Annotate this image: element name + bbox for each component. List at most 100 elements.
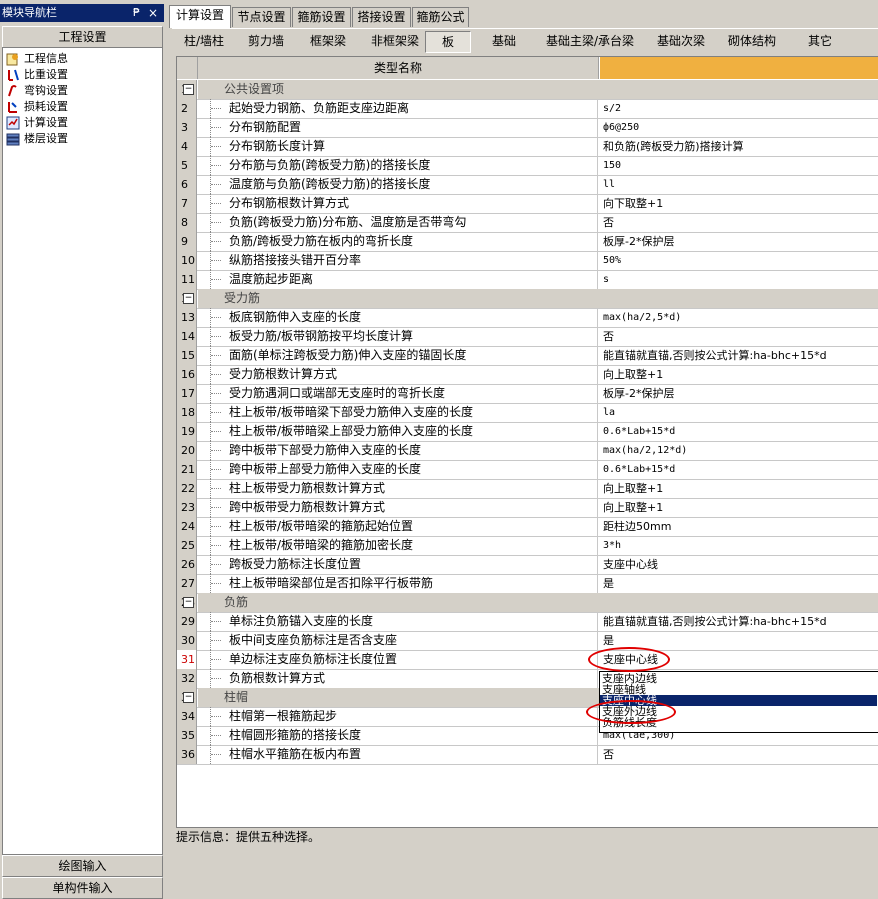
table-row[interactable]: 28−负筋	[177, 593, 878, 613]
setting-value[interactable]: 向上取整+1	[600, 479, 878, 498]
table-row[interactable]: 19 柱上板带/板带暗梁上部受力筋伸入支座的长度 0.6*Lab+15*d	[177, 422, 878, 442]
collapse-icon[interactable]: −	[183, 293, 194, 304]
table-row[interactable]: 15 面筋(单标注跨板受力筋)伸入支座的锚固长度 能直锚就直锚,否则按公式计算:ha…	[177, 346, 878, 366]
column-header-type-name[interactable]: 类型名称	[198, 57, 599, 79]
setting-value[interactable]: 距柱边50mm	[600, 517, 878, 536]
subtab-slab[interactable]: 板	[425, 31, 471, 53]
table-row[interactable]: 21 跨中板带上部受力筋伸入支座的长度 0.6*Lab+15*d	[177, 460, 878, 480]
table-row[interactable]: 16 受力筋根数计算方式 向上取整+1	[177, 365, 878, 385]
subtab-shear-wall[interactable]: 剪力墙	[239, 31, 293, 51]
setting-value[interactable]: 板厚-2*保护层	[600, 384, 878, 403]
setting-value[interactable]: s	[600, 270, 878, 289]
table-row[interactable]: 27 柱上板带暗梁部位是否扣除平行板带筋是	[177, 574, 878, 594]
subtab-foundation-main-beam[interactable]: 基础主梁/承台梁	[538, 31, 642, 51]
row-number: 24	[177, 517, 197, 536]
tree-item-loss-settings[interactable]: 损耗设置	[6, 99, 68, 115]
table-row[interactable]: 4 分布钢筋长度计算 和负筋(跨板受力筋)搭接计算	[177, 137, 878, 157]
setting-value[interactable]: 板厚-2*保护层	[600, 232, 878, 251]
table-row[interactable]: 6 温度筋与负筋(跨板受力筋)的搭接长度 ll	[177, 175, 878, 195]
close-icon[interactable]: ×	[148, 4, 158, 22]
table-row[interactable]: 18 柱上板带/板带暗梁下部受力筋伸入支座的长度 la	[177, 403, 878, 423]
setting-name: 跨中板带受力筋根数计算方式	[198, 498, 598, 517]
setting-value[interactable]: 和负筋(跨板受力筋)搭接计算	[600, 137, 878, 156]
setting-value[interactable]: max(ha/2,12*d)	[600, 441, 878, 460]
setting-value[interactable]: ll	[600, 175, 878, 194]
table-row[interactable]: 26 跨板受力筋标注长度位置 支座中心线	[177, 555, 878, 575]
subtab-foundation[interactable]: 基础	[475, 31, 533, 51]
setting-value[interactable]: 否	[600, 327, 878, 346]
setting-value[interactable]: 向上取整+1	[600, 365, 878, 384]
row-number: 29	[177, 612, 197, 631]
setting-value[interactable]: la	[600, 403, 878, 422]
subtab-other[interactable]: 其它	[792, 31, 848, 51]
setting-value[interactable]: 0.6*Lab+15*d	[600, 460, 878, 479]
table-row[interactable]: 3 分布钢筋配置 ф6@250	[177, 118, 878, 138]
setting-value[interactable]: 0.6*Lab+15*d	[600, 422, 878, 441]
tree-item-hook-settings[interactable]: 弯钩设置	[6, 83, 68, 99]
table-row[interactable]: 13 板底钢筋伸入支座的长度 max(ha/2,5*d)	[177, 308, 878, 328]
tab-node-settings[interactable]: 节点设置	[232, 7, 291, 27]
table-row[interactable]: 9 负筋/跨板受力筋在板内的弯折长度 板厚-2*保护层	[177, 232, 878, 252]
setting-value[interactable]: 50%	[600, 251, 878, 270]
table-row[interactable]: 20 跨中板带下部受力筋伸入支座的长度 max(ha/2,12*d)	[177, 441, 878, 461]
setting-value[interactable]: 3*h	[600, 536, 878, 555]
setting-value[interactable]: 向下取整+1	[600, 194, 878, 213]
setting-value[interactable]: 支座中心线	[600, 555, 878, 574]
tree-item-project-info[interactable]: 工程信息	[6, 51, 68, 67]
table-row[interactable]: 31 单边标注支座负筋标注长度位置 支座中心线	[177, 650, 878, 670]
setting-value[interactable]: 否	[600, 745, 878, 764]
subtab-frame-beam[interactable]: 框架梁	[300, 31, 356, 51]
dropdown-option[interactable]: 支座内边线	[600, 673, 877, 684]
setting-value[interactable]: ф6@250	[600, 118, 878, 137]
table-row[interactable]: 8 负筋(跨板受力筋)分布筋、温度筋是否带弯勾否	[177, 213, 878, 233]
collapse-icon[interactable]: −	[183, 692, 194, 703]
table-row[interactable]: 22 柱上板带受力筋根数计算方式 向上取整+1	[177, 479, 878, 499]
subtab-column[interactable]: 柱/墙柱	[176, 31, 232, 51]
table-row[interactable]: 30 板中间支座负筋标注是否含支座是	[177, 631, 878, 651]
subtab-foundation-secondary-beam[interactable]: 基础次梁	[649, 31, 713, 51]
tree-item-label: 损耗设置	[24, 100, 68, 113]
setting-value[interactable]: 向上取整+1	[600, 498, 878, 517]
setting-value[interactable]: 否	[600, 213, 878, 232]
section-project-settings[interactable]: 工程设置	[2, 26, 163, 48]
table-row[interactable]: 29 单标注负筋锚入支座的长度 能直锚就直锚,否则按公式计算:ha-bhc+15*d	[177, 612, 878, 632]
drawing-input-button[interactable]: 绘图输入	[2, 855, 163, 877]
group-header: 受力筋	[198, 289, 878, 308]
table-row[interactable]: 7 分布钢筋根数计算方式 向下取整+1	[177, 194, 878, 214]
table-row[interactable]: 24 柱上板带/板带暗梁的箍筋起始位置 距柱边50mm	[177, 517, 878, 537]
tab-stirrup-formula[interactable]: 箍筋公式	[412, 7, 469, 27]
subtab-masonry[interactable]: 砌体结构	[720, 31, 784, 51]
table-row[interactable]: 1−公共设置项	[177, 80, 878, 100]
collapse-icon[interactable]: −	[183, 84, 194, 95]
tree-item-floor-settings[interactable]: 楼层设置	[6, 131, 68, 147]
subtab-nonframe-beam[interactable]: 非框架梁	[362, 31, 428, 51]
table-row[interactable]: 5 分布筋与负筋(跨板受力筋)的搭接长度 150	[177, 156, 878, 176]
row-number: 31	[177, 650, 197, 669]
tree-item-calc-settings[interactable]: 计算设置	[6, 115, 68, 131]
table-row[interactable]: 25 柱上板带/板带暗梁的箍筋加密长度 3*h	[177, 536, 878, 556]
setting-value[interactable]: 是	[600, 574, 878, 593]
table-row[interactable]: 23 跨中板带受力筋根数计算方式 向上取整+1	[177, 498, 878, 518]
column-header-value[interactable]	[600, 57, 878, 79]
tab-stirrup-settings[interactable]: 箍筋设置	[292, 7, 351, 27]
setting-value[interactable]: s/2	[600, 99, 878, 118]
dropdown-option[interactable]: 支座轴线	[600, 684, 877, 695]
table-row[interactable]: 14 板受力筋/板带钢筋按平均长度计算否	[177, 327, 878, 347]
table-row[interactable]: 17 受力筋遇洞口或端部无支座时的弯折长度 板厚-2*保护层	[177, 384, 878, 404]
table-row[interactable]: 36 柱帽水平箍筋在板内布置否	[177, 745, 878, 765]
collapse-icon[interactable]: −	[183, 597, 194, 608]
setting-value[interactable]: max(ha/2,5*d)	[600, 308, 878, 327]
setting-value[interactable]: 150	[600, 156, 878, 175]
tab-lap-settings[interactable]: 搭接设置	[352, 7, 411, 27]
tab-calc-settings[interactable]: 计算设置	[169, 5, 231, 28]
table-row[interactable]: 12−受力筋	[177, 289, 878, 309]
pin-icon[interactable]: ₱	[133, 4, 140, 22]
table-row[interactable]: 2 起始受力钢筋、负筋距支座边距离 s/2	[177, 99, 878, 119]
row-number: 34	[177, 707, 197, 726]
tree-item-weight-settings[interactable]: 比重设置	[6, 67, 68, 83]
setting-value[interactable]: 能直锚就直锚,否则按公式计算:ha-bhc+15*d	[600, 346, 878, 365]
table-row[interactable]: 11 温度筋起步距离 s	[177, 270, 878, 290]
setting-value[interactable]: 能直锚就直锚,否则按公式计算:ha-bhc+15*d	[600, 612, 878, 631]
single-component-input-button[interactable]: 单构件输入	[2, 877, 163, 899]
table-row[interactable]: 10 纵筋搭接接头错开百分率 50%	[177, 251, 878, 271]
